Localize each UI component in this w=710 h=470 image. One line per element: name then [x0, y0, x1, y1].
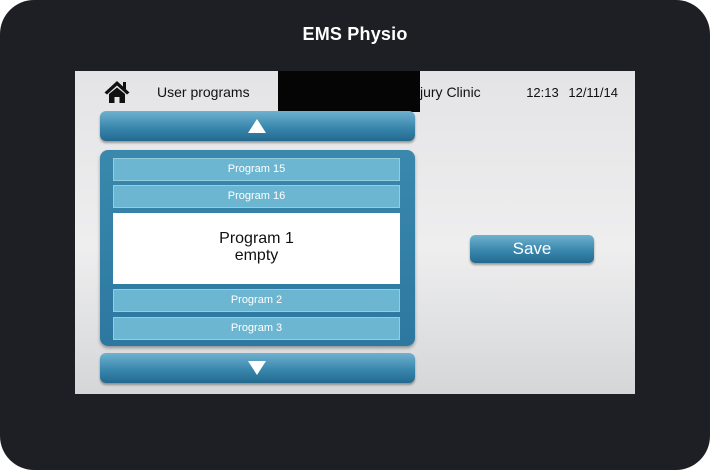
save-button[interactable]: Save [470, 235, 594, 263]
clock: 12:13 12/11/14 [526, 85, 618, 100]
program-list: Program 15 Program 16 Program 1 empty Pr… [100, 150, 415, 346]
triangle-down-icon [248, 361, 266, 375]
touch-screen: User programs jury Clinic 12:13 12/11/14… [75, 71, 635, 394]
home-icon[interactable] [103, 79, 131, 105]
redaction-block [278, 71, 420, 112]
selected-program-name: Program 1 [219, 230, 294, 247]
clinic-name: jury Clinic [420, 84, 481, 100]
device-bezel: EMS Physio User programs jury Clinic 12:… [0, 0, 710, 470]
list-item[interactable]: Program 2 [113, 289, 400, 312]
triangle-up-icon [248, 119, 266, 133]
list-item[interactable]: Program 15 [113, 158, 400, 181]
screen-title: User programs [157, 84, 250, 100]
selected-program-status: empty [234, 247, 279, 264]
clock-time: 12:13 [526, 85, 559, 100]
list-item[interactable]: Program 16 [113, 185, 400, 208]
device-title: EMS Physio [302, 24, 408, 44]
list-item[interactable]: Program 3 [113, 317, 400, 340]
scroll-down-button[interactable] [100, 353, 415, 383]
clock-date: 12/11/14 [568, 85, 618, 100]
scroll-up-button[interactable] [100, 111, 415, 141]
selected-program[interactable]: Program 1 empty [113, 213, 400, 284]
